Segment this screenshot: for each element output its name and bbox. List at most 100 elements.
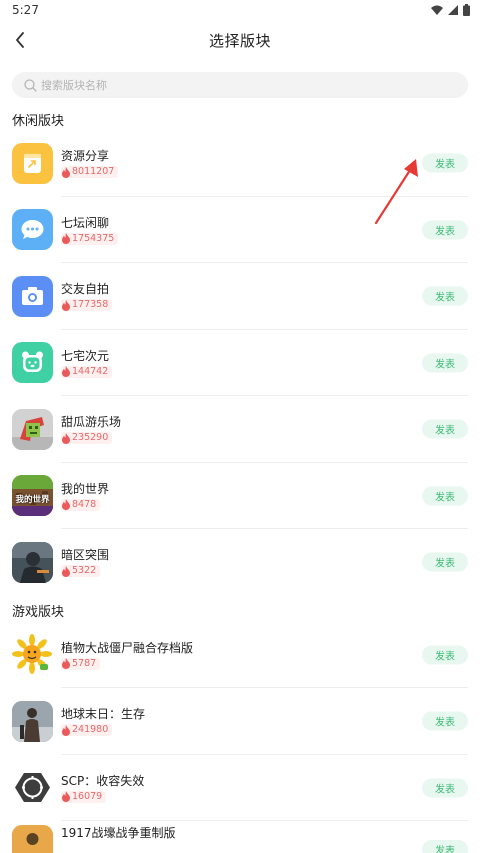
item-name: 七坛闲聊 [61,215,110,230]
heat-count: 241980 [72,724,109,736]
post-button[interactable]: 发表 [422,353,468,373]
post-button[interactable]: 发表 [422,220,468,240]
heat-count: 5322 [72,565,97,577]
item-info: 交友自拍 177358 [61,281,113,312]
back-button[interactable] [6,26,34,54]
post-button[interactable]: 发表 [422,153,468,173]
post-button[interactable]: 发表 [422,840,468,853]
item-info: 地球末日：生存 241980 [61,706,146,737]
flame-icon [62,233,70,245]
chat-bubble-icon [12,209,53,251]
share-icon [12,142,53,184]
flame-icon [62,499,70,511]
heat-badge: 5322 [61,565,101,578]
item-name: 暗区突围 [61,548,110,563]
minecraft-badge-text: 我的世界 [15,495,50,506]
section-title-games: 游戏版块 [12,605,65,620]
item-info: 七坛闲聊 1754375 [61,215,119,245]
list-item[interactable]: SCP：收容失效 16079 发表 [0,755,480,821]
search-box[interactable] [12,72,468,98]
heat-count: 1754375 [72,232,115,244]
item-name: 植物大战僵尸融合存档版 [61,640,194,655]
item-name: 七宅次元 [61,348,110,363]
scp-logo-icon [12,767,53,809]
minecraft-game-icon: 我的世界 [12,475,53,517]
leisure-board-list: 资源分享 8011207 发表 七坛闲聊 1754375 发表 交友自拍 177… [0,130,480,596]
post-button[interactable]: 发表 [422,419,468,439]
heat-badge: 177358 [61,299,113,312]
post-button[interactable]: 发表 [422,645,468,665]
heat-count: 5787 [72,657,97,669]
item-info: 资源分享 8011207 [61,148,119,179]
heat-badge: 5787 [61,657,101,670]
flame-icon [62,299,70,311]
item-name: 地球末日：生存 [61,707,146,722]
post-button[interactable]: 发表 [422,778,468,798]
arena-breakout-game-icon [12,541,53,583]
item-info: 暗区突围 5322 [61,547,110,578]
list-item[interactable]: 植物大战僵尸融合存档版 5787 发表 [0,622,480,688]
list-item[interactable]: 交友自拍 177358 发表 [0,263,480,330]
list-item[interactable]: 地球末日：生存 241980 发表 [0,688,480,755]
item-name: SCP：收容失效 [61,773,145,788]
search-input[interactable] [41,78,421,92]
heat-badge: 16079 [61,790,107,803]
item-info: 植物大战僵尸融合存档版 5787 [61,640,193,670]
heat-badge: 8478 [61,498,101,511]
heat-badge: 144742 [61,365,113,378]
status-icons [431,4,470,16]
bear-face-icon [12,342,53,384]
item-name: 资源分享 [61,149,110,164]
flame-icon [62,658,70,670]
item-name: 1917战壕战争重制版 [61,826,176,840]
list-item[interactable]: 1917战壕战争重制版 发表 [0,821,480,853]
item-info: SCP：收容失效 16079 [61,773,144,803]
chevron-left-icon [16,32,24,48]
heat-count: 144742 [72,365,109,377]
heat-count: 235290 [72,432,109,444]
item-info: 1917战壕战争重制版 [61,825,176,841]
flame-icon [62,724,70,736]
melon-playground-game-icon [12,408,53,450]
status-time: 5:27 [12,3,39,17]
game-board-list: 植物大战僵尸融合存档版 5787 发表 地球末日：生存 241980 发表 SC [0,622,480,853]
flame-icon [62,366,70,378]
search-icon [24,78,37,92]
post-button[interactable]: 发表 [422,711,468,731]
wifi-icon [431,5,443,15]
signal-icon [448,5,458,15]
flame-icon [62,166,70,178]
section-title-leisure: 休闲版块 [12,113,65,129]
heat-count: 8011207 [72,166,115,178]
heat-badge: 241980 [61,724,113,737]
post-button[interactable]: 发表 [422,552,468,572]
item-info: 甜瓜游乐场 235290 [61,414,122,445]
item-name: 甜瓜游乐场 [61,415,122,430]
camera-icon [12,275,53,317]
post-button[interactable]: 发表 [422,486,468,506]
flame-icon [62,791,70,803]
list-item[interactable]: 暗区突围 5322 发表 [0,529,480,596]
item-name: 交友自拍 [61,282,110,297]
flame-icon [62,565,70,577]
list-item[interactable]: 七坛闲聊 1754375 发表 [0,197,480,263]
item-info: 七宅次元 144742 [61,348,113,378]
heat-badge: 1754375 [61,232,119,245]
heat-badge: 8011207 [61,166,119,179]
search-area [0,60,480,98]
list-item[interactable]: 七宅次元 144742 发表 [0,330,480,396]
page-title: 选择版块 [208,31,271,50]
pvz-game-icon [12,634,53,676]
last-day-on-earth-game-icon [12,700,53,742]
trench-war-game-icon [12,825,53,853]
heat-badge: 235290 [61,432,113,445]
list-item[interactable]: 资源分享 8011207 发表 [0,130,480,197]
list-item[interactable]: 我的世界 我的世界 8478 发表 [0,463,480,529]
item-name: 我的世界 [61,481,110,496]
post-button[interactable]: 发表 [422,286,468,306]
item-info: 我的世界 8478 [61,481,109,511]
heat-count: 16079 [72,790,103,802]
nav-bar: 选择版块 [0,20,480,60]
battery-icon [463,4,470,16]
list-item[interactable]: 甜瓜游乐场 235290 发表 [0,396,480,463]
